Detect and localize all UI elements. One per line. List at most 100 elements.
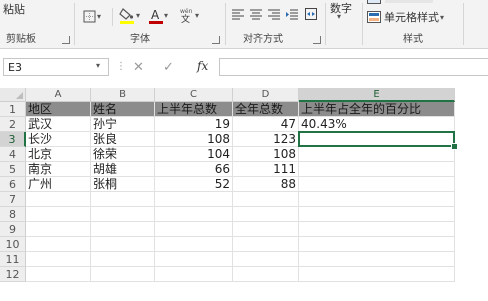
fill-handle[interactable] [451, 143, 458, 150]
alignment-launcher-icon[interactable] [313, 36, 321, 44]
cell-d6[interactable]: 88 [233, 177, 299, 192]
cell-d5[interactable]: 111 [233, 162, 299, 177]
cell-c6[interactable]: 52 [155, 177, 233, 192]
cell-d2[interactable]: 47 [233, 117, 299, 132]
cell-c2[interactable]: 19 [155, 117, 233, 132]
row-header-4[interactable]: 4 [0, 147, 26, 162]
row-header-11[interactable]: 11 [0, 252, 26, 267]
column-header-b[interactable]: B [91, 88, 155, 102]
cell-a7[interactable] [26, 192, 91, 207]
row-header-12[interactable]: 12 [0, 267, 26, 282]
insert-function-button[interactable]: fx [197, 59, 208, 73]
number-dropdown[interactable]: ▾ [336, 12, 341, 21]
paste-button[interactable]: 粘贴 [3, 1, 25, 17]
select-all-button[interactable] [0, 88, 26, 102]
column-header-e[interactable]: E [299, 88, 455, 102]
cell-a1[interactable]: 地区 [26, 102, 91, 117]
phonetic-guide-button[interactable]: wén 文 ▾ [180, 7, 199, 23]
cell-d4[interactable]: 108 [233, 147, 299, 162]
row-header-2[interactable]: 2 [0, 117, 26, 132]
cell-e2[interactable]: 40.43% [299, 117, 455, 132]
cell-e8[interactable] [299, 207, 455, 222]
cell-a5[interactable]: 南京 [26, 162, 91, 177]
cell-c12[interactable] [155, 267, 233, 282]
align-left-button[interactable] [232, 9, 245, 20]
borders-button[interactable]: ▾ [83, 10, 101, 23]
cell-e9[interactable] [299, 222, 455, 237]
cell-a10[interactable] [26, 237, 91, 252]
row-header-1[interactable]: 1 [0, 102, 26, 117]
cell-b12[interactable] [91, 267, 155, 282]
cell-e12[interactable] [299, 267, 455, 282]
cell-b5[interactable]: 胡雄 [91, 162, 155, 177]
cell-d3[interactable]: 123 [233, 132, 299, 147]
cell-b10[interactable] [91, 237, 155, 252]
cell-a2[interactable]: 武汉 [26, 117, 91, 132]
column-header-d[interactable]: D [233, 88, 299, 102]
cell-d12[interactable] [233, 267, 299, 282]
cell-e6[interactable] [299, 177, 455, 192]
cell-e1[interactable]: 上半年占全年的百分比 [299, 102, 455, 117]
cell-a4[interactable]: 北京 [26, 147, 91, 162]
cell-b1[interactable]: 姓名 [91, 102, 155, 117]
align-right-button[interactable] [268, 9, 281, 20]
cell-c5[interactable]: 66 [155, 162, 233, 177]
cell-c1[interactable]: 上半年总数 [155, 102, 233, 117]
cell-a8[interactable] [26, 207, 91, 222]
cancel-icon[interactable]: ✕ [133, 60, 144, 75]
row-header-8[interactable]: 8 [0, 207, 26, 222]
font-color-button[interactable]: A ▾ [149, 7, 168, 24]
align-center-button[interactable] [250, 9, 263, 20]
chevron-down-icon[interactable]: ▾ [96, 61, 100, 70]
cell-e5[interactable] [299, 162, 455, 177]
cell-a3[interactable]: 长沙 [26, 132, 91, 147]
formula-input[interactable] [219, 58, 488, 76]
cell-b4[interactable]: 徐荣 [91, 147, 155, 162]
cell-d10[interactable] [233, 237, 299, 252]
cell-b6[interactable]: 张桐 [91, 177, 155, 192]
name-box[interactable]: E3 [3, 58, 109, 76]
cell-e7[interactable] [299, 192, 455, 207]
cell-a11[interactable] [26, 252, 91, 267]
row-header-6[interactable]: 6 [0, 177, 26, 192]
cell-c3[interactable]: 108 [155, 132, 233, 147]
cell-styles-button[interactable]: 单元格样式 ▾ [367, 9, 444, 25]
cell-a9[interactable] [26, 222, 91, 237]
cell-e10[interactable] [299, 237, 455, 252]
indent-button[interactable] [286, 9, 299, 20]
cell-d8[interactable] [233, 207, 299, 222]
cell-d1[interactable]: 全年总数 [233, 102, 299, 117]
cell-c11[interactable] [155, 252, 233, 267]
cell-b9[interactable] [91, 222, 155, 237]
cell-d9[interactable] [233, 222, 299, 237]
cell-e3[interactable] [299, 132, 455, 147]
confirm-icon[interactable]: ✓ [163, 60, 174, 75]
cell-c9[interactable] [155, 222, 233, 237]
format-as-table-button[interactable] [367, 0, 433, 4]
row-header-10[interactable]: 10 [0, 237, 26, 252]
splitter-handle[interactable]: ⋮ [116, 61, 126, 72]
row-header-3[interactable]: 3 [0, 132, 26, 147]
cell-b11[interactable] [91, 252, 155, 267]
merge-center-button[interactable] [305, 8, 317, 20]
cell-d11[interactable] [233, 252, 299, 267]
clipboard-launcher-icon[interactable] [62, 36, 70, 44]
cell-c8[interactable] [155, 207, 233, 222]
cell-a12[interactable] [26, 267, 91, 282]
cell-c7[interactable] [155, 192, 233, 207]
column-header-c[interactable]: C [155, 88, 233, 102]
row-header-5[interactable]: 5 [0, 162, 26, 177]
cell-a6[interactable]: 广州 [26, 177, 91, 192]
column-header-a[interactable]: A [26, 88, 91, 102]
cell-c4[interactable]: 104 [155, 147, 233, 162]
cell-d7[interactable] [233, 192, 299, 207]
cell-e11[interactable] [299, 252, 455, 267]
cell-b7[interactable] [91, 192, 155, 207]
row-header-9[interactable]: 9 [0, 222, 26, 237]
row-header-7[interactable]: 7 [0, 192, 26, 207]
cell-c10[interactable] [155, 237, 233, 252]
fill-color-button[interactable]: ▾ [119, 7, 140, 24]
cell-b8[interactable] [91, 207, 155, 222]
cell-b3[interactable]: 张良 [91, 132, 155, 147]
cell-b2[interactable]: 孙宁 [91, 117, 155, 132]
